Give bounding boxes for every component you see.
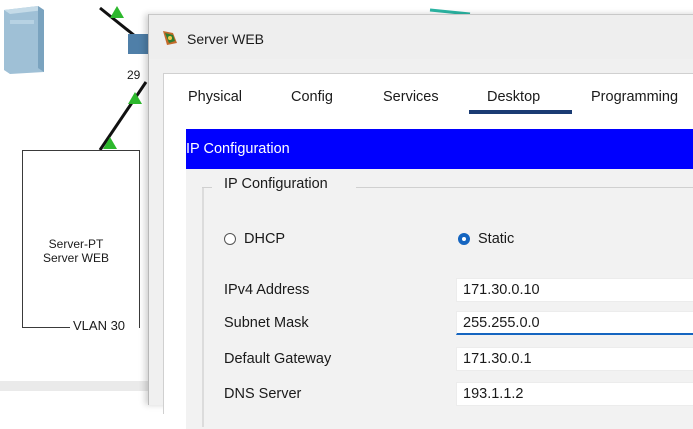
dns-server-label: DNS Server xyxy=(224,386,302,402)
tab-config[interactable]: Config xyxy=(291,89,333,105)
link-up-indicator-icon xyxy=(110,6,124,18)
radio-unselected-icon xyxy=(224,233,236,245)
tab-services[interactable]: Services xyxy=(383,89,439,105)
group-border xyxy=(202,187,204,427)
group-title: IP Configuration xyxy=(224,176,328,192)
dhcp-label: DHCP xyxy=(244,231,286,247)
dhcp-radio[interactable]: DHCP xyxy=(224,231,285,247)
static-radio[interactable]: Static xyxy=(458,231,514,247)
radio-selected-icon xyxy=(458,233,470,245)
tab-programming[interactable]: Programming xyxy=(591,89,678,105)
static-label: Static xyxy=(478,231,515,247)
ipv4-address-field[interactable] xyxy=(456,278,693,302)
ipv4-address-label: IPv4 Address xyxy=(224,282,310,298)
default-gateway-field[interactable] xyxy=(456,347,693,371)
link-up-indicator-icon xyxy=(128,92,142,104)
tab-desktop[interactable]: Desktop xyxy=(487,89,540,105)
vlan-divider xyxy=(22,327,70,328)
switch-label: 29 xyxy=(127,68,141,82)
server-label: Server-PT Server WEB xyxy=(42,237,109,265)
subnet-mask-label: Subnet Mask xyxy=(224,315,309,331)
tab-bar: Physical Config Services Desktop Program… xyxy=(164,74,693,114)
window-content: Physical Config Services Desktop Program… xyxy=(163,73,693,429)
server-icon[interactable] xyxy=(0,0,46,76)
status-strip xyxy=(0,381,160,391)
window-title: Server WEB xyxy=(187,31,265,47)
cable-link xyxy=(98,81,148,151)
subnet-mask-field[interactable] xyxy=(456,311,693,335)
vlan-label: VLAN 30 xyxy=(70,318,129,333)
server-web-window: Server WEB Physical Config Services Desk… xyxy=(148,14,693,429)
dns-server-field[interactable] xyxy=(456,382,693,406)
switch-icon[interactable] xyxy=(128,34,150,54)
ip-configuration-header: IP Configuration xyxy=(186,129,693,169)
active-tab-indicator xyxy=(469,110,572,114)
tab-physical[interactable]: Physical xyxy=(188,89,242,105)
ip-configuration-panel: IP Configuration DHCP Static IPv4 Addres… xyxy=(186,169,693,429)
default-gateway-label: Default Gateway xyxy=(224,351,332,367)
window-titlebar[interactable]: Server WEB xyxy=(149,15,693,59)
packet-tracer-icon xyxy=(163,31,177,45)
